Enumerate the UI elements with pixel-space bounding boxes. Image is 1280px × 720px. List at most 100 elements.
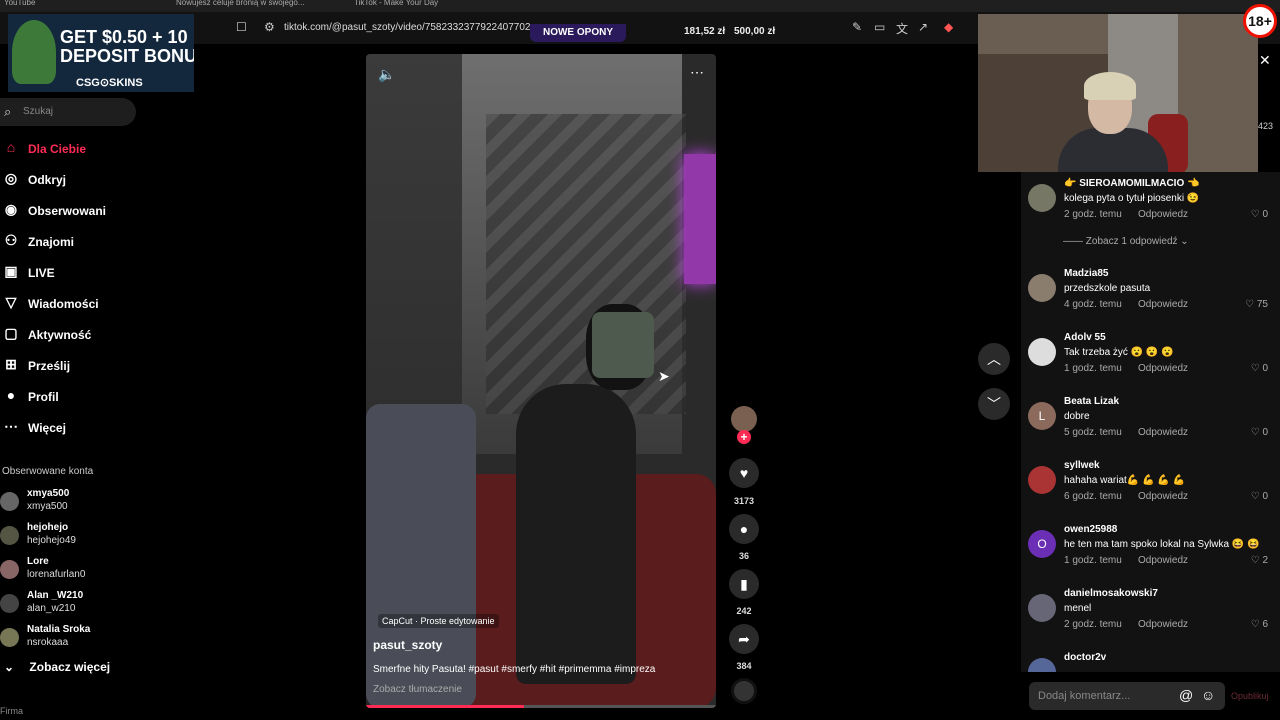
video-frame-vr-headset xyxy=(592,312,654,378)
share-icon: ➦ xyxy=(738,631,750,647)
translate-icon[interactable]: 文 xyxy=(896,20,908,37)
comment-like-count: 75 xyxy=(1256,299,1268,310)
comment-author[interactable]: syllwek xyxy=(1064,460,1100,471)
video-author[interactable]: pasut_szoty xyxy=(373,638,442,652)
see-translation-link[interactable]: Zobacz tłumaczenie xyxy=(373,684,462,695)
comment-author[interactable]: Madzia85 xyxy=(1064,268,1108,279)
search-placeholder: Szukaj xyxy=(23,106,54,117)
browser-tab-news[interactable]: Nowujesz celuje bronią w swojego... xyxy=(176,0,316,12)
previous-video-button[interactable]: ︿ xyxy=(978,343,1010,375)
avatar[interactable]: O xyxy=(1028,530,1056,558)
video-player[interactable]: 🔈 ⋯ CapCut · Proste edytowanie pasut_szo… xyxy=(366,54,716,708)
comment-like-button[interactable]: ♡ 0 xyxy=(1251,209,1268,220)
comment-author[interactable]: Adolv 55 xyxy=(1064,332,1106,343)
reply-button[interactable]: Odpowiedz xyxy=(1138,619,1188,630)
comment-author[interactable]: doctor2v xyxy=(1064,652,1106,663)
account-username: lorenafurlan0 xyxy=(27,569,86,580)
view-replies-link[interactable]: —— Zobacz 1 odpowiedź ⌄ xyxy=(1063,236,1189,247)
comment-time: 2 godz. temu xyxy=(1064,619,1122,630)
comment-item: L Beata Lizak dobre 5 godz. temu Odpowie… xyxy=(1021,396,1280,456)
share-button[interactable]: ➦ xyxy=(729,624,759,654)
compass-icon: ◎ xyxy=(4,170,18,186)
reply-button[interactable]: Odpowiedz xyxy=(1138,363,1188,374)
following-icon: ◉ xyxy=(4,201,18,217)
comment-author[interactable]: 👉 SIEROAMOMILMACIO 👈 xyxy=(1064,178,1199,189)
comment-like-button[interactable]: ♡ 6 xyxy=(1251,619,1268,630)
price-1: 181,52 zł xyxy=(684,26,726,37)
comment-author[interactable]: danielmosakowski7 xyxy=(1064,588,1158,599)
avatar[interactable] xyxy=(1028,594,1056,622)
avatar[interactable] xyxy=(1028,338,1056,366)
avatar[interactable] xyxy=(1028,274,1056,302)
save-button[interactable]: ▮ xyxy=(729,569,759,599)
messages-icon: ▽ xyxy=(5,294,17,310)
avatar xyxy=(0,594,19,613)
comment-count: 36 xyxy=(738,551,749,561)
reply-button[interactable]: Odpowiedz xyxy=(1138,491,1188,502)
brave-shield-icon[interactable]: ◆ xyxy=(944,20,953,34)
extension-icon[interactable]: ✎ xyxy=(852,20,862,34)
author-avatar[interactable] xyxy=(731,406,757,432)
url-field[interactable]: tiktok.com/@pasut_szoty/video/7582332377… xyxy=(284,22,530,33)
reply-button[interactable]: Odpowiedz xyxy=(1138,209,1188,220)
avatar[interactable] xyxy=(1028,184,1056,212)
browser-tab-youtube[interactable]: YouTube xyxy=(4,0,154,12)
reply-button[interactable]: Odpowiedz xyxy=(1138,427,1188,438)
chevron-down-icon: ⌄ xyxy=(4,660,15,674)
comment-time: 1 godz. temu xyxy=(1064,555,1122,566)
share-icon[interactable]: ↗ xyxy=(918,20,928,34)
next-video-button[interactable]: ﹀ xyxy=(978,388,1010,420)
cast-icon[interactable]: ▭ xyxy=(874,20,885,34)
comment-like-button[interactable]: ♡ 2 xyxy=(1251,555,1268,566)
bookmark-icon[interactable]: ☐ xyxy=(236,20,247,34)
nav-label: Profil xyxy=(28,390,59,404)
more-options-icon[interactable]: ⋯ xyxy=(690,64,704,81)
avatar[interactable]: L xyxy=(1028,402,1056,430)
like-button[interactable]: ♥ xyxy=(729,458,759,488)
side-counter: 423 xyxy=(1258,121,1274,131)
comment-text: dobre xyxy=(1064,411,1090,422)
webcam-streamer-hair xyxy=(1084,72,1136,100)
comment-author[interactable]: Beata Lizak xyxy=(1064,396,1119,407)
avatar[interactable] xyxy=(1028,658,1056,672)
csgo-skins-ad[interactable]: GET $0.50 + 10 DEPOSIT BONU CSG⊙SKINS xyxy=(8,14,194,92)
search-input[interactable]: ⌕ Szukaj xyxy=(0,98,136,126)
footer-company-link[interactable]: Firma xyxy=(0,706,23,716)
comment-text: Tak trzeba żyć 😮 😮 😮 xyxy=(1064,347,1174,358)
comments-button[interactable]: ● xyxy=(729,514,759,544)
nav-label: Znajomi xyxy=(28,235,75,249)
site-settings-icon[interactable]: ⚙ xyxy=(264,20,275,34)
account-name: Lore xyxy=(27,556,49,567)
sound-disc[interactable] xyxy=(731,678,757,704)
publish-button[interactable]: Opublikuj xyxy=(1231,691,1269,701)
comment-like-button[interactable]: ♡ 0 xyxy=(1251,491,1268,502)
ad-character-image xyxy=(12,20,56,84)
comment-like-button[interactable]: ♡ 0 xyxy=(1251,363,1268,374)
video-progress-bar[interactable] xyxy=(366,705,716,708)
live-icon: ▣ xyxy=(4,263,18,279)
comment-like-button[interactable]: ♡ 0 xyxy=(1251,427,1268,438)
save-count: 242 xyxy=(736,606,752,616)
avatar[interactable] xyxy=(1028,466,1056,494)
comment-like-count: 0 xyxy=(1262,363,1268,374)
reply-button[interactable]: Odpowiedz xyxy=(1138,299,1188,310)
mention-icon[interactable]: @ xyxy=(1179,687,1193,703)
see-more-accounts[interactable]: ⌄ Zobacz więcej xyxy=(4,660,110,674)
comment-like-button[interactable]: ♡ 75 xyxy=(1245,299,1268,310)
capcut-label[interactable]: CapCut · Proste edytowanie xyxy=(378,614,499,628)
comment-item: danielmosakowski7 menel 2 godz. temu Odp… xyxy=(1021,588,1280,648)
emoji-icon[interactable]: ☺ xyxy=(1201,687,1215,703)
upload-icon: ⊞ xyxy=(5,356,17,372)
chevron-down-icon: ﹀ xyxy=(987,396,1001,412)
follow-button[interactable]: + xyxy=(737,430,751,444)
age-rating-badge: 18+ xyxy=(1243,4,1277,38)
browser-tab-tiktok[interactable]: TikTok - Make Your Day xyxy=(354,0,484,12)
heart-icon: ♥ xyxy=(739,465,749,481)
comment-author[interactable]: owen25988 xyxy=(1064,524,1117,535)
reply-button[interactable]: Odpowiedz xyxy=(1138,555,1188,566)
close-icon[interactable]: ✕ xyxy=(1259,52,1271,69)
avatar xyxy=(0,628,19,647)
account-username: hejohejo49 xyxy=(27,535,76,546)
volume-icon[interactable]: 🔈 xyxy=(378,66,395,83)
comment-input[interactable]: Dodaj komentarz... @ ☺ xyxy=(1029,682,1225,710)
